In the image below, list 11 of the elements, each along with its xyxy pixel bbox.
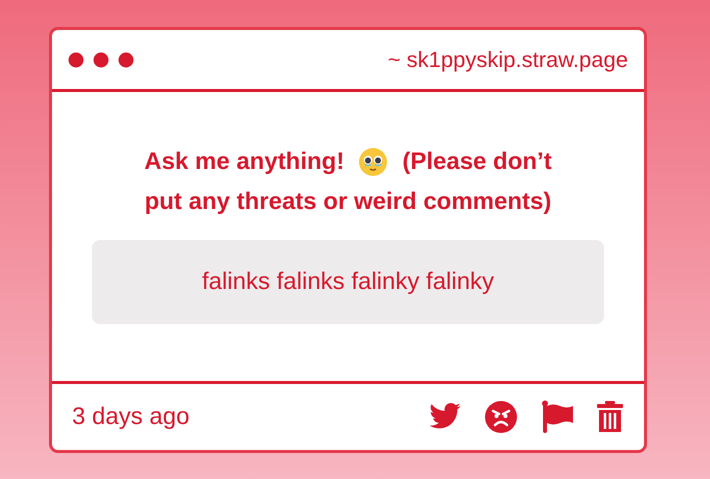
- trash-icon[interactable]: [596, 400, 624, 434]
- pleading-face-icon: [358, 147, 388, 177]
- question-text: (Please don’t: [402, 147, 552, 177]
- question-text: Ask me anything!: [144, 147, 344, 177]
- timestamp: 3 days ago: [72, 403, 190, 431]
- angry-face-icon[interactable]: [484, 400, 518, 434]
- question-text: put any threats or weird comments): [144, 187, 552, 217]
- page-address: ~ sk1ppyskip.straw.page: [388, 46, 628, 72]
- window-dots-icon: [68, 52, 134, 68]
- flag-icon[interactable]: [540, 400, 574, 434]
- answer-box: falinks falinks falinky falinky: [92, 240, 604, 324]
